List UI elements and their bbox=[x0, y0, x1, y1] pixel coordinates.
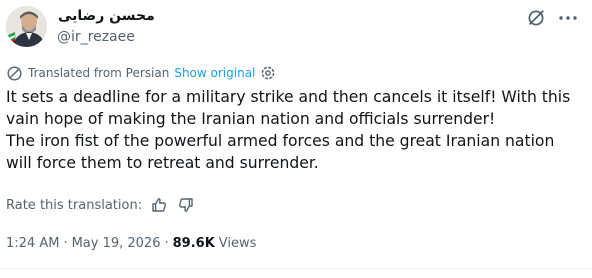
avatar-photo bbox=[6, 6, 47, 47]
tweet-text: It sets a deadline for a military strike… bbox=[6, 86, 571, 174]
divider bbox=[0, 268, 592, 269]
tweet-text-line: vain hope of making the Iranian nation a… bbox=[6, 110, 496, 128]
tweet-text-line: will force them to retreat and surrender… bbox=[6, 154, 319, 172]
show-original-link[interactable]: Show original bbox=[174, 66, 255, 80]
translated-label: Translated from Persian bbox=[28, 66, 170, 80]
avatar[interactable] bbox=[6, 6, 47, 47]
tweet-text-line: It sets a deadline for a military strike… bbox=[6, 88, 571, 106]
views-label: Views bbox=[218, 235, 257, 251]
views-count: 89.6K bbox=[172, 235, 215, 251]
meta-separator: · bbox=[164, 235, 169, 251]
settings-icon[interactable] bbox=[260, 65, 276, 81]
rate-translation-label: Rate this translation: bbox=[6, 197, 143, 213]
more-icon[interactable] bbox=[557, 10, 579, 26]
grok-icon[interactable] bbox=[526, 8, 546, 28]
tweet-text-line: The iron fist of the powerful armed forc… bbox=[6, 132, 555, 150]
tweet-date[interactable]: May 19, 2026 bbox=[72, 236, 161, 251]
translated-row: Translated from Persian Show original bbox=[6, 64, 276, 82]
rate-translation-row: Rate this translation: bbox=[6, 195, 194, 215]
author-display-name[interactable]: محسن رضایی bbox=[58, 8, 155, 24]
thumbs-up-icon[interactable] bbox=[151, 197, 167, 213]
translate-icon bbox=[7, 65, 22, 81]
meta-separator: · bbox=[63, 235, 68, 251]
author-handle[interactable]: @ir_rezaee bbox=[57, 29, 135, 45]
tweet-time[interactable]: 1:24 AM bbox=[6, 236, 59, 251]
thumbs-down-icon[interactable] bbox=[178, 197, 194, 213]
tweet-meta: 1:24 AM · May 19, 2026 · 89.6K Views bbox=[6, 233, 256, 253]
